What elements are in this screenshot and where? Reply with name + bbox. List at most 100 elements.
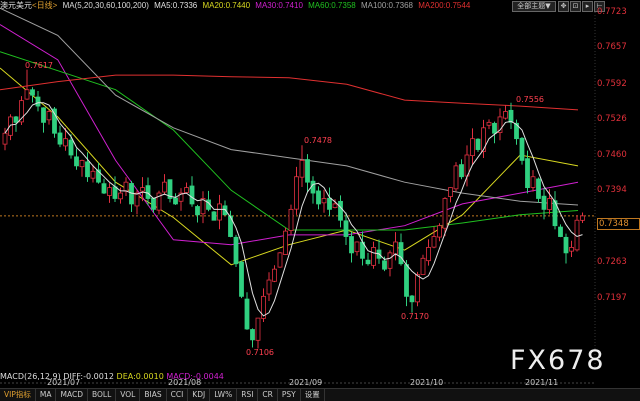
candle-body (118, 192, 123, 200)
tab-bias[interactable]: BIAS (140, 389, 167, 401)
candle-body (409, 295, 415, 303)
candle-body (8, 116, 13, 136)
tab-cr[interactable]: CR (258, 389, 278, 401)
y-tick: 0.7460 (597, 150, 627, 160)
ma-line-ma5 (4, 102, 583, 317)
candle-body (343, 220, 349, 237)
tab-lwr[interactable]: LW% (210, 389, 238, 401)
ma30-value: MA30:0.7410 (255, 1, 303, 10)
candle-body (398, 242, 404, 265)
candle-body (327, 197, 332, 210)
tab-settings[interactable]: 设置 (301, 389, 325, 401)
candle-body (404, 264, 409, 297)
candle-body (453, 165, 459, 190)
candle-body (46, 111, 52, 121)
candle-body (481, 127, 486, 152)
candle-body (85, 161, 90, 178)
tab-boll[interactable]: BOLL (88, 389, 117, 401)
candle-body (365, 259, 371, 265)
candle-body (294, 176, 299, 210)
candle-body (24, 89, 30, 100)
tab-kdj[interactable]: KDJ (188, 389, 211, 401)
tab-psy[interactable]: PSY (278, 389, 301, 401)
y-tick: 0.7723 (597, 7, 627, 17)
date-label: 2021/07 (47, 378, 81, 387)
candle-body (558, 226, 563, 237)
candle-body (492, 122, 497, 134)
tab-rsi[interactable]: RSI (237, 389, 259, 401)
candle-body (195, 206, 200, 216)
annotation-high: 0.7556 (516, 95, 544, 104)
candle-body (189, 185, 195, 205)
candle-body (35, 96, 41, 107)
tab-vip[interactable]: VIP指标 (0, 389, 36, 401)
ma20-value: MA20:0.7440 (202, 1, 251, 10)
zoom-in-icon[interactable]: ⊡ (570, 1, 581, 12)
y-tick: 0.7197 (597, 293, 627, 303)
annotation-low: 0.7106 (246, 348, 274, 357)
period-label[interactable]: <日线> (32, 1, 57, 10)
candle-body (30, 89, 35, 96)
candle-body (74, 156, 79, 167)
candle-body (123, 181, 129, 192)
ma-params[interactable]: MA(5,20,30,60,100,200) (63, 1, 149, 10)
candle-body (79, 160, 85, 168)
candle-body (233, 236, 239, 265)
candle-body (519, 137, 525, 161)
candle-body (112, 186, 118, 199)
tab-vol[interactable]: VOL (116, 389, 141, 401)
candle-body (57, 132, 63, 145)
tab-macd[interactable]: MACD (56, 389, 88, 401)
candle-body (222, 205, 228, 216)
candle-body (536, 178, 541, 199)
candle-body (563, 236, 569, 254)
indicator-tabs: VIP指标 MA MACD BOLL VOL BIAS CCI KDJ LW% … (0, 388, 640, 401)
candle-body (13, 116, 19, 123)
date-label: 2021/09 (289, 378, 323, 387)
candle-body (387, 252, 393, 269)
candle-body (283, 230, 288, 255)
annotation-high: 0.7478 (304, 136, 332, 145)
candle-body (239, 261, 244, 297)
candle-body (338, 200, 343, 221)
tab-ma[interactable]: MA (36, 389, 57, 401)
candle-body (68, 139, 74, 156)
watermark-logo: FX678 (510, 345, 606, 376)
candle-body (162, 181, 167, 193)
candle-body (508, 109, 514, 123)
tab-cci[interactable]: CCI (167, 389, 189, 401)
y-tick: 0.7394 (597, 185, 627, 195)
candle-body (349, 236, 354, 254)
play-icon[interactable]: ▸ (582, 1, 593, 12)
y-tick: 0.7526 (597, 114, 627, 124)
candle-body (475, 138, 481, 150)
candle-body (393, 241, 398, 255)
candle-body (525, 158, 530, 189)
candle-body (52, 108, 57, 134)
candle-body (101, 183, 107, 194)
candle-body (316, 190, 321, 205)
candle-body (530, 176, 536, 188)
candle-body (371, 247, 376, 266)
candle-body (184, 187, 189, 193)
symbol-label: 澳元美元 (0, 1, 32, 10)
annotation-high: 0.7617 (25, 61, 53, 70)
date-label: 2021/11 (525, 378, 559, 387)
y-tick: 0.7263 (597, 257, 627, 267)
candle-body (569, 247, 574, 252)
candle-body (63, 138, 68, 147)
date-label: 2021/10 (410, 378, 444, 387)
candle-body (211, 211, 217, 221)
candle-body (90, 170, 96, 179)
candle-body (173, 197, 178, 205)
annotation-low: 0.7170 (401, 312, 429, 321)
candle-body (426, 247, 431, 262)
fullscreen-icon[interactable]: ✥ (558, 1, 569, 12)
theme-dropdown[interactable]: 全部主题▼ (512, 1, 556, 12)
candle-body (41, 107, 46, 123)
ma200-value: MA200:0.7544 (418, 1, 471, 10)
candle-body (134, 192, 140, 207)
candle-body (145, 185, 151, 199)
candle-body (382, 260, 387, 270)
candle-body (431, 236, 437, 248)
